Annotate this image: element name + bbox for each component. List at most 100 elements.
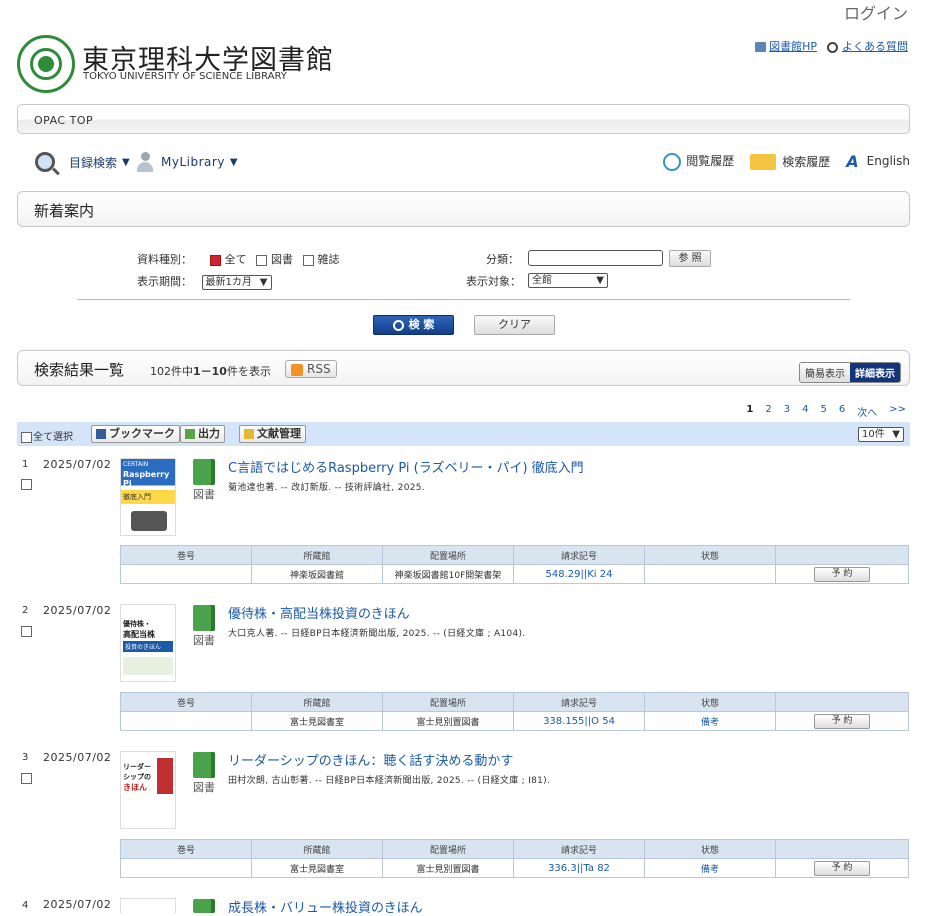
faq-link[interactable]: よくある質問 (827, 38, 908, 54)
book-icon (193, 899, 215, 913)
holding-status[interactable]: 備考 (701, 718, 719, 728)
period-row: 表示期間： 最新1カ月 ▼ (137, 273, 272, 290)
opac-top-bar[interactable]: OPAC TOP (17, 104, 910, 134)
page-2[interactable]: 2 (765, 404, 771, 419)
page-1[interactable]: 1 (746, 404, 753, 419)
bookmark-button[interactable]: ブックマーク (91, 425, 180, 443)
record-title-link[interactable]: 優待株・高配当株投資のきほん (228, 603, 410, 622)
col-location: 配置場所 (382, 839, 514, 859)
holding-location: 富士見別置図書 (382, 858, 514, 878)
catalog-search-dropdown-icon: ▼ (122, 156, 130, 168)
folder-search-icon (750, 154, 777, 171)
holding-library: 富士見図書室 (251, 711, 383, 731)
folder-icon (244, 429, 254, 439)
per-page-select[interactable]: 10件 ▼ (858, 427, 904, 442)
rss-button[interactable]: RSS (285, 360, 337, 378)
page-3[interactable]: 3 (784, 404, 790, 419)
record-number: 3 (22, 752, 29, 763)
bib-manage-button[interactable]: 文献管理 (239, 425, 306, 443)
mylibrary-dropdown-icon: ▼ (229, 156, 238, 168)
classification-ref-button[interactable]: 参 照 (669, 250, 711, 267)
catalog-search-menu[interactable]: 目録検索 ▼ (35, 152, 130, 172)
holding-call-number[interactable]: 548.29||Ki 24 (546, 569, 613, 580)
reserve-button[interactable]: 予 約 (814, 566, 870, 582)
record-title-link[interactable]: 成長株・バリュー株投資のきほん (228, 897, 423, 916)
col-status: 状態 (644, 545, 776, 565)
holding-call-number[interactable]: 338.155||O 54 (543, 716, 615, 727)
record-checkbox[interactable] (21, 474, 32, 493)
mylibrary-menu[interactable]: MyLibrary ▼ (137, 152, 238, 172)
col-action (775, 545, 909, 565)
bookmark-icon (96, 429, 106, 439)
search-history-link[interactable]: 検索履歴 (750, 153, 830, 171)
new-arrivals-header: 新着案内 (17, 191, 910, 227)
search-button-icon (392, 319, 404, 331)
classification-label: 分類： (486, 253, 519, 266)
material-type-label: 資料種別： (137, 253, 192, 266)
col-library: 所蔵館 (251, 545, 383, 565)
material-type-row: 資料種別： 全て 図書 雑誌 (137, 251, 340, 267)
holding-volume (120, 858, 252, 878)
library-hp-icon (755, 42, 767, 52)
results-count: 102件中1－10件を表示 (150, 365, 271, 378)
col-location: 配置場所 (382, 692, 514, 712)
material-book-checkbox[interactable]: 図書 (250, 253, 293, 266)
material-all-checkbox[interactable]: 全て (204, 253, 247, 266)
target-select[interactable]: 全館 ▼ (528, 273, 608, 288)
record-date: 2025/07/02 (43, 898, 112, 911)
university-logo (17, 35, 75, 93)
simple-view-button[interactable]: 簡易表示 (800, 363, 850, 382)
period-label: 表示期間： (137, 275, 192, 288)
col-call-number: 請求記号 (513, 839, 645, 859)
material-journal-checkbox[interactable]: 雑誌 (297, 253, 340, 266)
search-icon (35, 152, 55, 172)
col-call-number: 請求記号 (513, 692, 645, 712)
holding-library: 富士見図書室 (251, 858, 383, 878)
col-location: 配置場所 (382, 545, 514, 565)
page-next[interactable]: 次へ (857, 404, 877, 419)
page-6[interactable]: 6 (839, 404, 845, 419)
record-title-link[interactable]: C言語ではじめるRaspberry Pi (ラズベリー・パイ) 徹底入門 (228, 457, 584, 476)
holding-volume (120, 711, 252, 731)
book-icon (193, 605, 215, 631)
classification-input[interactable] (528, 250, 663, 266)
nav-right: 閲覧履歴 検索履歴 A English (663, 152, 910, 171)
material-type: 図書 (193, 488, 215, 501)
page-4[interactable]: 4 (802, 404, 808, 419)
select-all-checkbox[interactable]: 全て選択 (21, 428, 73, 443)
clear-button[interactable]: クリア (474, 315, 555, 335)
record-title-link[interactable]: リーダーシップのきほん：聴く話す決める動かす (228, 750, 513, 769)
english-link[interactable]: A English (846, 152, 910, 171)
search-button[interactable]: 検 索 (373, 315, 454, 335)
reserve-button[interactable]: 予 約 (814, 860, 870, 876)
reserve-button[interactable]: 予 約 (814, 713, 870, 729)
detail-view-button[interactable]: 詳細表示 (850, 363, 900, 382)
form-divider (77, 299, 850, 300)
view-history-link[interactable]: 閲覧履歴 (663, 152, 734, 171)
login-link[interactable]: ログイン (844, 0, 908, 24)
rss-icon (291, 363, 303, 376)
holding-call-number[interactable]: 336.3||Ta 82 (548, 863, 610, 874)
results-toolbar: 全て選択 ブックマーク 出力 文献管理 10件 ▼ (17, 422, 910, 446)
view-toggle: 簡易表示 詳細表示 (799, 362, 901, 383)
book-cover[interactable]: リーダー シップの きほん (120, 751, 176, 829)
record-date: 2025/07/02 (43, 604, 112, 617)
book-cover[interactable]: 優待株・ 高配当株 投資のきほん (120, 604, 176, 682)
record-number: 4 (22, 900, 29, 911)
page-5[interactable]: 5 (820, 404, 826, 419)
record-checkbox[interactable] (21, 768, 32, 787)
period-select[interactable]: 最新1カ月 ▼ (201, 274, 272, 290)
col-volume: 巻号 (120, 692, 252, 712)
record-checkbox[interactable] (21, 621, 32, 640)
new-arrivals-title: 新着案内 (34, 202, 95, 220)
opac-top-label[interactable]: OPAC TOP (34, 114, 93, 127)
book-cover[interactable] (120, 898, 176, 913)
book-cover[interactable]: CERTAIN Raspberry Pi 徹底入門 (120, 458, 176, 536)
library-subtitle: TOKYO UNIVERSITY OF SCIENCE LIBRARY (83, 71, 287, 82)
catalog-search-label: 目録検索 (69, 155, 118, 170)
holding-status[interactable]: 備考 (701, 865, 719, 875)
output-button[interactable]: 出力 (180, 425, 225, 443)
page-last[interactable]: >> (889, 404, 906, 419)
library-hp-link[interactable]: 図書館HP (755, 38, 817, 54)
col-library: 所蔵館 (251, 692, 383, 712)
